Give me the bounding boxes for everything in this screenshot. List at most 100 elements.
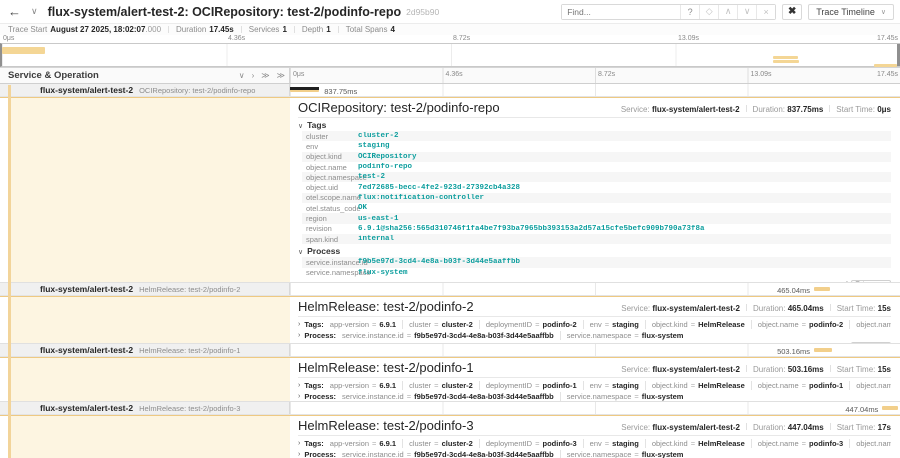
chevron-right-icon: › [298, 382, 300, 389]
minimap-span-bar [773, 56, 797, 59]
trace-summary-bar: Trace Start August 27 2025, 18:02:07 .00… [0, 24, 900, 35]
trace-timeline-page: ← ∨ flux-system/alert-test-2: OCIReposit… [0, 0, 900, 458]
span-row[interactable]: flux-system/alert-test-2 OCIRepository: … [0, 84, 900, 97]
copy-spanid-button[interactable]: ⧉Copy [851, 280, 891, 282]
span-detail-panel: HelmRelease: test-2/podinfo-2 Service: f… [0, 296, 900, 344]
tag-row: otel.scope.nameflux:notification-control… [302, 193, 891, 203]
view-selector-dropdown[interactable]: Trace Timeline ∨ [808, 4, 894, 20]
chevron-right-icon: › [298, 440, 300, 447]
span-detail-card: HelmRelease: test-2/podinfo-3 Service: f… [290, 416, 900, 458]
trace-title: flux-system/alert-test-2: OCIRepository:… [48, 5, 402, 19]
collapse-one-icon[interactable]: ≫ [277, 71, 285, 80]
tag-row: otel.status_codeOK [302, 203, 891, 213]
process-collapsed-row[interactable]: ›Process: service.instance.id=f9b5e97d-3… [298, 450, 891, 458]
span-detail-card: HelmRelease: test-2/podinfo-2 Service: f… [290, 297, 900, 343]
span-track: 447.04ms [290, 402, 900, 414]
span-name-cell[interactable]: flux-system/alert-test-2 HelmRelease: te… [0, 283, 290, 295]
span-bar[interactable] [814, 287, 830, 291]
span-row[interactable]: flux-system/alert-test-2 HelmRelease: te… [0, 283, 900, 296]
process-collapsed-row[interactable]: ›Process: service.instance.id=f9b5e97d-3… [298, 392, 891, 401]
span-duration-label: 465.04ms [777, 286, 810, 295]
trace-minimap[interactable] [0, 43, 900, 67]
tag-row: object.kindOCIRepository [302, 152, 891, 162]
span-bar[interactable] [882, 406, 898, 410]
span-track: 837.75ms [290, 84, 900, 96]
tag-row: envstaging [302, 141, 891, 151]
span-row[interactable]: flux-system/alert-test-2 HelmRelease: te… [0, 344, 900, 357]
process-row: service.instance.idf9b5e97d-3cd4-4e8a-b0… [302, 257, 891, 267]
spanid-row: SpanID: aae5c32e31d6ade1 ⧉Copy [298, 342, 891, 343]
span-track: 465.04ms [290, 283, 900, 295]
span-meta: Service: flux-system/alert-test-2Duratio… [621, 304, 891, 313]
span-id-value: aae5c32e31d6ade1 [781, 343, 847, 344]
trace-duration: Duration 17.45s [161, 25, 234, 34]
collapse-all-icon[interactable]: ∨ [239, 71, 245, 80]
chevron-down-icon: ∨ [298, 249, 303, 256]
span-detail-header[interactable]: HelmRelease: test-2/podinfo-1 Service: f… [298, 360, 891, 378]
span-detail-panel: HelmRelease: test-2/podinfo-3 Service: f… [0, 415, 900, 458]
prev-result-icon[interactable]: ∧ [718, 5, 737, 19]
tags-collapsed-row[interactable]: ›Tags: app-version=6.9.1 cluster=cluster… [298, 381, 891, 390]
process-section-toggle[interactable]: ∨Process [298, 246, 891, 256]
chevron-down-icon[interactable]: ∨ [31, 6, 38, 17]
span-bar[interactable] [290, 88, 319, 92]
span-meta: Service: flux-system/alert-test-2Duratio… [621, 105, 891, 114]
span-duration-label: 837.75ms [324, 87, 357, 96]
expand-all-icon[interactable]: ≫ [261, 71, 269, 80]
span-bar[interactable] [814, 348, 832, 352]
process-collapsed-row[interactable]: ›Process: service.instance.id=f9b5e97d-3… [298, 331, 891, 340]
minimap-span-bar [874, 64, 897, 67]
span-track: 503.16ms [290, 344, 900, 356]
expand-one-icon[interactable]: › [252, 71, 255, 80]
chevron-down-icon: ∨ [298, 123, 303, 130]
next-result-icon[interactable]: ∨ [737, 5, 756, 19]
span-name-cell[interactable]: flux-system/alert-test-2 HelmRelease: te… [0, 402, 290, 414]
chevron-right-icon: › [298, 332, 300, 339]
help-icon[interactable]: ? [680, 5, 699, 19]
span-detail-header[interactable]: HelmRelease: test-2/podinfo-3 Service: f… [298, 418, 891, 436]
span-detail-panel: HelmRelease: test-2/podinfo-1 Service: f… [0, 357, 900, 402]
chevron-right-icon: › [298, 393, 300, 400]
tag-row: clustercluster-2 [302, 131, 891, 141]
back-arrow-icon[interactable]: ← [8, 4, 21, 19]
tag-row: object.namepodinfo-repo [302, 162, 891, 172]
grid-header: Service & Operation ∨ › ≫ ≫ 0μs 4.36s 8.… [0, 67, 900, 84]
span-row[interactable]: flux-system/alert-test-2 HelmRelease: te… [0, 402, 900, 415]
match-icon[interactable]: ◇ [699, 5, 718, 19]
find-group: ? ◇ ∧ ∨ × [561, 4, 776, 20]
span-detail-card: HelmRelease: test-2/podinfo-1 Service: f… [290, 358, 900, 401]
find-input[interactable] [562, 5, 680, 19]
chevron-right-icon: › [298, 321, 300, 328]
fullscreen-icon[interactable]: ✖ [782, 4, 802, 20]
tags-collapsed-row[interactable]: ›Tags: app-version=6.9.1 cluster=cluster… [298, 320, 891, 329]
span-name-cell[interactable]: flux-system/alert-test-2 HelmRelease: te… [0, 344, 290, 356]
tags-table: clustercluster-2 envstaging object.kindO… [302, 131, 891, 244]
trace-total-spans: Total Spans 4 [331, 25, 395, 34]
minimap-span-bar [2, 47, 45, 54]
span-id-value: 99ea2c24506592cf [784, 280, 848, 282]
copy-spanid-button[interactable]: ⧉Copy [851, 342, 891, 343]
minimap-span-bar [773, 60, 799, 63]
minimap-tick-labels: 0μs 4.36s 8.72s 13.09s 17.45s [0, 35, 900, 43]
tree-toggle-icons: ∨ › ≫ ≫ [239, 71, 285, 80]
span-detail-panel: OCIRepository: test-2/podinfo-repo Servi… [0, 97, 900, 283]
clear-search-icon[interactable]: × [756, 5, 775, 19]
copy-icon: ⧉ [852, 281, 864, 282]
span-meta: Service: flux-system/alert-test-2Duratio… [621, 423, 891, 432]
tag-row: revision6.9.1@sha256:565d310746f1fa4be7f… [302, 224, 891, 234]
span-detail-header[interactable]: OCIRepository: test-2/podinfo-repo Servi… [298, 100, 891, 118]
span-detail-card: OCIRepository: test-2/podinfo-repo Servi… [290, 98, 900, 282]
top-bar: ← ∨ flux-system/alert-test-2: OCIReposit… [0, 0, 900, 24]
tags-section-toggle[interactable]: ∨Tags [298, 120, 891, 130]
tag-row: object.namespacetest-2 [302, 172, 891, 182]
process-table: service.instance.idf9b5e97d-3cd4-4e8a-b0… [302, 257, 891, 278]
span-duration-label: 447.04ms [845, 405, 878, 414]
chevron-down-icon: ∨ [881, 8, 886, 16]
span-detail-indent [0, 416, 290, 458]
trace-depth: Depth 1 [287, 25, 331, 34]
trace-services: Services 1 [234, 25, 287, 34]
tags-collapsed-row[interactable]: ›Tags: app-version=6.9.1 cluster=cluster… [298, 439, 891, 448]
span-name-cell[interactable]: flux-system/alert-test-2 OCIRepository: … [0, 84, 290, 96]
span-detail-header[interactable]: HelmRelease: test-2/podinfo-2 Service: f… [298, 299, 891, 317]
span-detail-indent [0, 358, 290, 401]
